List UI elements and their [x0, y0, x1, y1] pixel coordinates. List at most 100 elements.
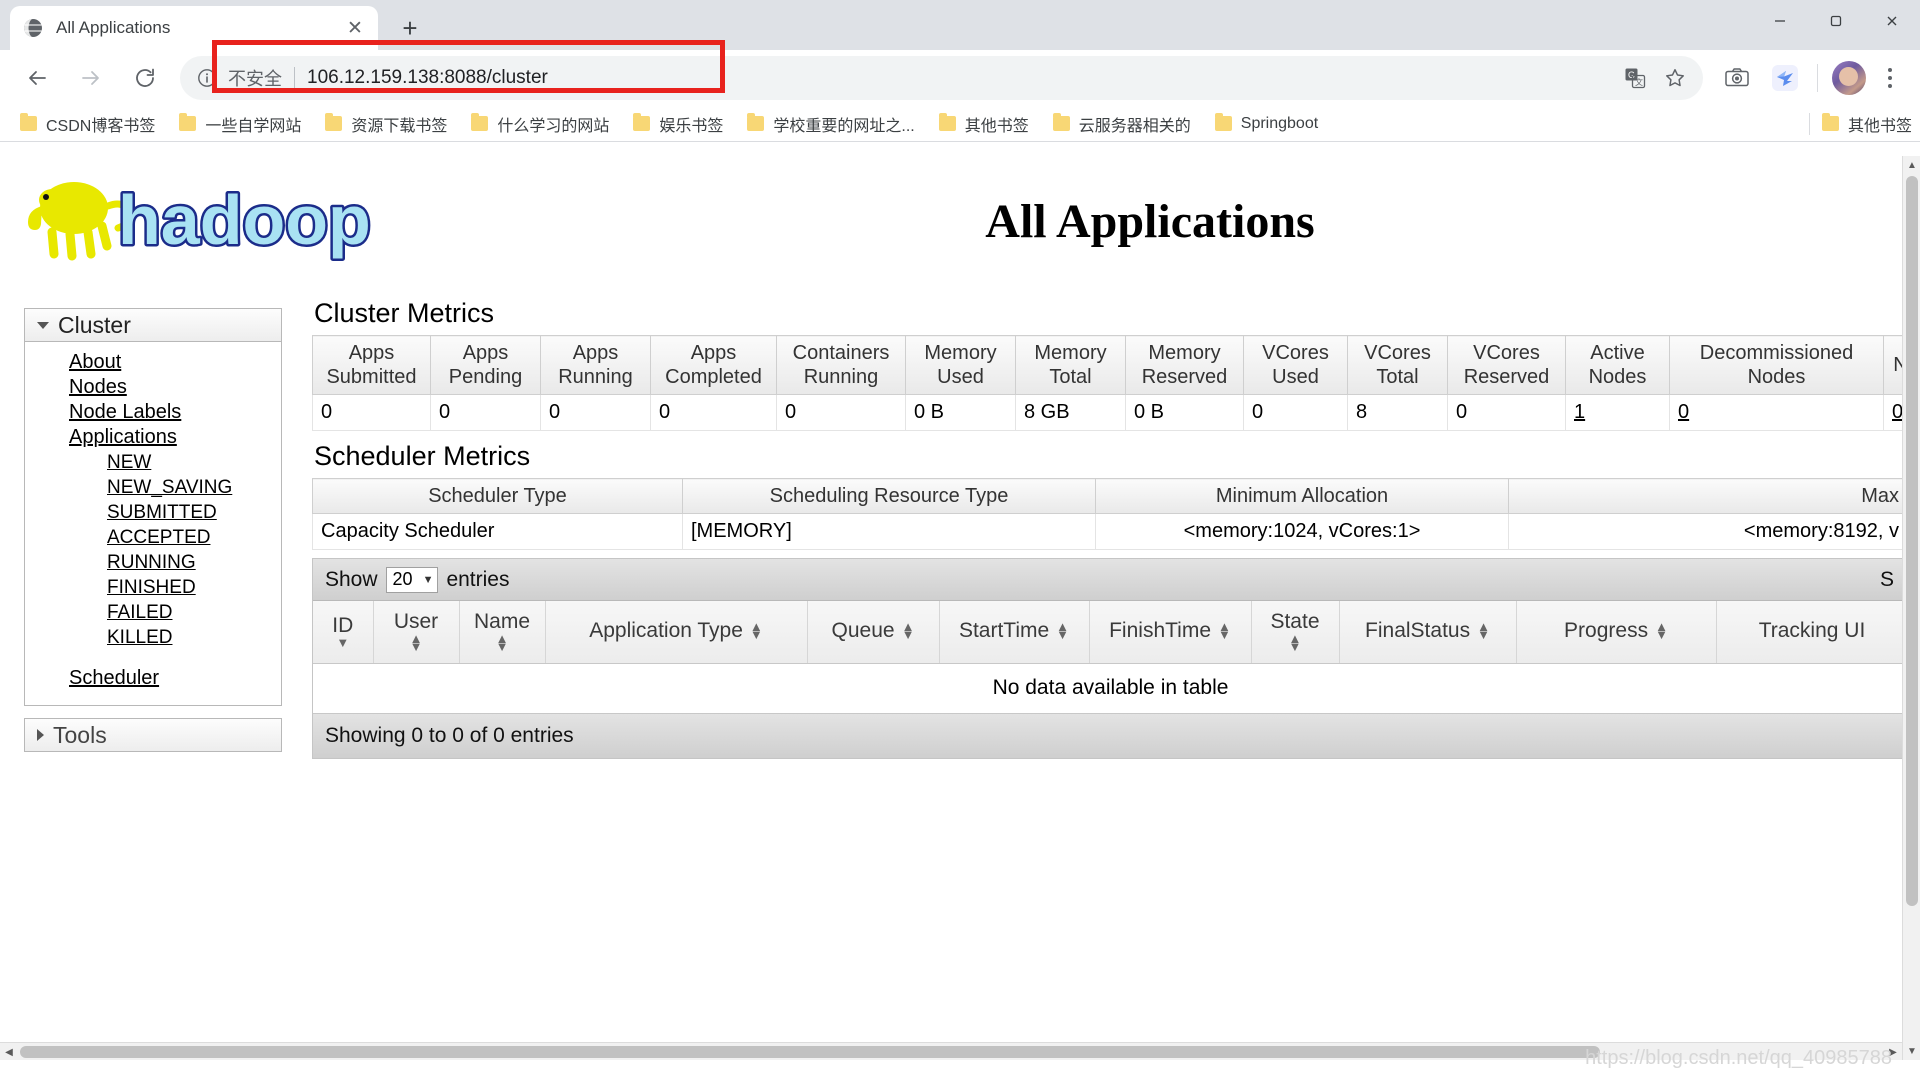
vertical-scrollbar[interactable]: ▲ ▼	[1902, 156, 1920, 1060]
maximize-button[interactable]	[1808, 0, 1864, 42]
col-label: StartTime	[958, 618, 1050, 642]
reload-button[interactable]	[124, 57, 166, 99]
sidebar-item-new-saving[interactable]: NEW_SAVING	[25, 475, 281, 500]
col-finalstatus[interactable]: FinalStatus ▲ ▼	[1339, 601, 1517, 664]
page-size-select[interactable]: 20 ▼	[385, 566, 439, 593]
address-bar[interactable]: 不安全 106.12.159.138:8088/cluster G 文	[180, 56, 1703, 100]
vscroll-thumb[interactable]	[1906, 176, 1918, 906]
sidebar-item-node-labels[interactable]: Node Labels	[25, 400, 281, 425]
col-progress[interactable]: Progress ▲ ▼	[1516, 601, 1717, 664]
browser-window: All Applications ✕ + 不安全 106.12.159.138:…	[0, 0, 1920, 1078]
col-user[interactable]: User ▲ ▼	[373, 601, 460, 664]
sidebar-item-nodes[interactable]: Nodes	[25, 375, 281, 400]
bookmarks-bar: CSDN博客书签 一些自学网站 资源下载书签 什么学习的网站 娱乐书签 学校重要…	[0, 106, 1920, 142]
bookmark-item[interactable]: 一些自学网站	[169, 110, 311, 138]
folder-icon	[20, 113, 37, 131]
sidebar-item-applications[interactable]: Applications	[25, 425, 281, 450]
bookmarks-divider	[1808, 112, 1810, 135]
folder-icon	[471, 113, 489, 131]
sidebar-cluster-label: Cluster	[58, 311, 131, 338]
chevron-down-icon: ▼	[422, 573, 434, 586]
table-header-row: ID ▼ User ▲ ▼ Name ▲ ▼ Application Type ▲ ▼ Que…	[313, 601, 1909, 664]
decommissioned-nodes-link[interactable]: 0	[1678, 401, 1689, 423]
cell-containers-running: 0	[776, 394, 906, 431]
applications-table: ID ▼ User ▲ ▼ Name ▲ ▼ Application Type ▲ ▼ Que…	[313, 601, 1909, 714]
page-title: All Applications	[985, 195, 1315, 248]
bookmark-item[interactable]: 什么学习的网站	[461, 110, 619, 138]
table-row: No data available in table	[313, 663, 1908, 714]
sidebar-item-about[interactable]: About	[25, 350, 281, 375]
col-name[interactable]: Name ▲ ▼	[459, 601, 546, 664]
camera-icon[interactable]	[1717, 58, 1757, 98]
browser-toolbar: 不安全 106.12.159.138:8088/cluster G 文	[0, 50, 1920, 106]
cell-vcores-used: 0	[1243, 394, 1348, 431]
sidebar-item-finished[interactable]: FINISHED	[25, 575, 281, 600]
bookmark-label: 什么学习的网站	[497, 117, 610, 135]
cell-apps-pending: 0	[430, 394, 541, 431]
bookmark-label: 其他书签	[964, 117, 1029, 135]
col-tracking-ui[interactable]: Tracking UI	[1716, 601, 1909, 664]
bookmark-item[interactable]: 娱乐书签	[623, 110, 733, 138]
sidebar-item-new[interactable]: NEW	[25, 450, 281, 475]
minimize-button[interactable]	[1752, 0, 1808, 42]
page-viewport: hadoop hadoop All Applications Cluster A…	[0, 156, 1920, 1078]
bookmark-item[interactable]: 学校重要的网址之...	[737, 110, 924, 138]
cluster-metrics-title: Cluster Metrics	[314, 298, 495, 328]
bookmark-item[interactable]: 资源下载书签	[315, 110, 457, 138]
kebab-menu-icon[interactable]	[1872, 60, 1908, 96]
avatar[interactable]	[1832, 61, 1866, 95]
svg-text:文: 文	[1635, 77, 1643, 87]
active-nodes-link[interactable]: 1	[1574, 401, 1585, 423]
sidebar-item-scheduler[interactable]: Scheduler	[25, 666, 281, 691]
cell-active-nodes[interactable]: 1	[1565, 394, 1670, 431]
sidebar-item-killed[interactable]: KILLED	[25, 625, 281, 650]
cell-decommissioned-nodes[interactable]: 0	[1669, 394, 1884, 431]
sidebar-item-failed[interactable]: FAILED	[25, 600, 281, 625]
bird-extension-icon[interactable]	[1765, 58, 1805, 98]
col-queue[interactable]: Queue ▲ ▼	[807, 601, 940, 664]
info-circle-icon[interactable]	[194, 65, 220, 91]
tab-close-icon[interactable]: ✕	[344, 17, 366, 39]
forward-button[interactable]	[70, 57, 112, 99]
sidebar-item-submitted[interactable]: SUBMITTED	[25, 500, 281, 525]
hadoop-yarn-page: hadoop hadoop All Applications Cluster A…	[0, 156, 1918, 1061]
translate-icon[interactable]: G 文	[1617, 60, 1653, 96]
col-application-type[interactable]: Application Type ▲ ▼	[545, 601, 808, 664]
bookmark-item[interactable]: 云服务器相关的	[1043, 110, 1201, 138]
empty-message: No data available in table	[313, 663, 1908, 714]
watermark: https://blog.csdn.net/qq_40985788	[1585, 1047, 1892, 1069]
col-state[interactable]: State ▲ ▼	[1251, 601, 1340, 664]
bookmark-item[interactable]: CSDN博客书签	[10, 110, 165, 138]
folder-icon	[179, 113, 197, 131]
sidebar-tools-header[interactable]: Tools	[24, 718, 282, 752]
bookmarks-overflow[interactable]: 其他书签	[1808, 112, 1912, 136]
cell-minimum-allocation: <memory:1024, vCores:1>	[1095, 513, 1509, 550]
hscroll-thumb[interactable]	[20, 1046, 1600, 1058]
sort-both-icon: ▲ ▼	[1477, 618, 1490, 642]
back-button[interactable]	[16, 57, 58, 99]
omnibox-divider	[294, 67, 295, 89]
star-icon[interactable]	[1657, 60, 1693, 96]
sidebar-cluster-header[interactable]: Cluster	[24, 308, 282, 342]
browser-tab[interactable]: All Applications ✕	[10, 6, 378, 50]
col-starttime[interactable]: StartTime ▲ ▼	[939, 601, 1090, 664]
svg-text:hadoop: hadoop	[118, 181, 371, 259]
new-tab-button[interactable]: +	[392, 10, 428, 46]
omnibox-actions: G 文	[1617, 60, 1697, 96]
col-finishtime[interactable]: FinishTime ▲ ▼	[1089, 601, 1252, 664]
col-maximum-allocation: Max	[1508, 478, 1908, 514]
cell-apps-completed: 0	[650, 394, 777, 431]
sidebar-item-running[interactable]: RUNNING	[25, 550, 281, 575]
scroll-down-icon[interactable]: ▼	[1903, 1042, 1920, 1060]
close-button[interactable]	[1864, 0, 1920, 42]
col-memory-used: Memory Used	[905, 335, 1016, 395]
bookmark-item[interactable]: 其他书签	[929, 110, 1039, 138]
bookmark-item[interactable]: Springboot	[1205, 110, 1328, 138]
scroll-left-icon[interactable]: ◀	[0, 1043, 18, 1061]
scroll-up-icon[interactable]: ▲	[1903, 156, 1920, 174]
col-id[interactable]: ID ▼	[313, 601, 374, 664]
sidebar-item-accepted[interactable]: ACCEPTED	[25, 525, 281, 550]
cell-vcores-total: 8	[1347, 394, 1448, 431]
col-containers-running: Containers Running	[776, 335, 906, 395]
